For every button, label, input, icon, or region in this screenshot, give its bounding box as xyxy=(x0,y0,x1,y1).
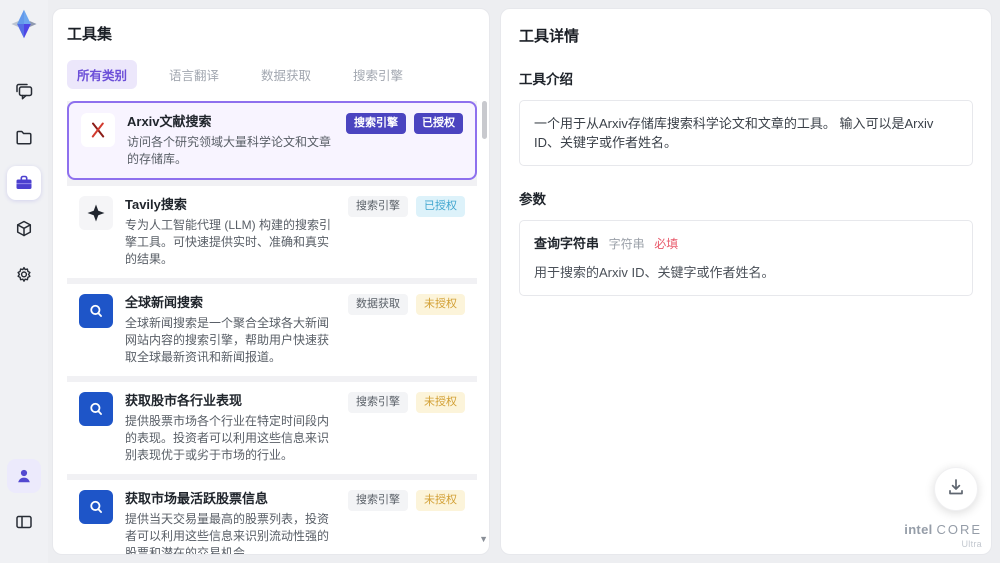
briefcase-icon xyxy=(14,173,34,193)
parameter-name: 查询字符串 xyxy=(534,236,600,251)
parameter-box: 查询字符串 字符串 必填 用于搜索的Arxiv ID、关键字或作者姓名。 xyxy=(519,220,973,296)
gear-icon xyxy=(14,265,34,285)
tool-intro-box: 一个用于从Arxiv存储库搜索科学论文和文章的工具。 输入可以是Arxiv ID… xyxy=(519,100,973,166)
list-scrollbar-thumb[interactable] xyxy=(482,101,487,139)
tool-description: 专为人工智能代理 (LLM) 构建的搜索引擎工具。可快速提供实时、准确和真实的结… xyxy=(125,218,332,266)
tool-name: Arxiv文献搜索 xyxy=(127,114,212,129)
tool-description: 提供股票市场各个行业在特定时间段内的表现。投资者可以利用这些信息来识别表现优于或… xyxy=(125,414,330,462)
tab-language-translation[interactable]: 语言翻译 xyxy=(159,60,229,89)
category-badge: 数据获取 xyxy=(348,294,408,315)
auth-badge: 未授权 xyxy=(416,490,465,511)
tool-name: 全球新闻搜索 xyxy=(125,295,204,310)
auth-badge: 未授权 xyxy=(416,294,465,315)
category-badge: 搜索引擎 xyxy=(346,113,406,134)
app-sidebar xyxy=(0,0,48,563)
parameter-header: 查询字符串 字符串 必填 xyxy=(534,234,958,254)
tool-name: 获取股市各行业表现 xyxy=(125,393,243,408)
sidebar-item-files[interactable] xyxy=(7,120,41,154)
tab-all-categories[interactable]: 所有类别 xyxy=(67,60,138,89)
parameter-description: 用于搜索的Arxiv ID、关键字或作者姓名。 xyxy=(534,265,775,280)
scroll-down-icon[interactable]: ▼ xyxy=(479,535,488,544)
news-search-icon xyxy=(79,294,113,328)
chat-icon xyxy=(14,81,34,101)
auth-badge: 已授权 xyxy=(416,196,465,217)
tab-data-fetch[interactable]: 数据获取 xyxy=(251,60,321,89)
auth-badge: 未授权 xyxy=(416,392,465,413)
intro-heading: 工具介绍 xyxy=(519,72,573,87)
sidebar-item-collapse[interactable] xyxy=(7,505,41,539)
sidebar-item-account[interactable] xyxy=(7,459,41,493)
tab-search-engine[interactable]: 搜索引擎 xyxy=(343,60,413,89)
sidebar-item-tools[interactable] xyxy=(7,166,41,200)
tool-name: Tavily搜索 xyxy=(125,197,187,212)
intel-core-logo: intel CORE Ultra xyxy=(904,523,982,551)
tool-card-active-stocks[interactable]: 获取市场最活跃股票信息 提供当天交易量最高的股票列表，投资者可以利用这些信息来识… xyxy=(67,480,477,555)
tool-description: 访问各个研究领域大量科学论文和文章的存储库。 xyxy=(127,135,332,166)
tool-description: 提供当天交易量最高的股票列表，投资者可以利用这些信息来识别流动性强的股票和潜在的… xyxy=(125,512,330,555)
news-search-icon xyxy=(79,490,113,524)
parameter-type: 字符串 xyxy=(608,237,645,251)
logo-gem-icon xyxy=(8,8,40,40)
sparkle-icon xyxy=(79,196,113,230)
sidebar-item-models[interactable] xyxy=(7,212,41,246)
tool-card-arxiv[interactable]: Arxiv文献搜索 访问各个研究领域大量科学论文和文章的存储库。 搜索引擎 已授… xyxy=(67,101,477,180)
tool-description: 全球新闻搜索是一个聚合全球各大新闻网站内容的搜索引擎，帮助用户快速获取全球最新资… xyxy=(125,316,330,364)
page-title: 工具集 xyxy=(67,26,113,43)
tool-detail-panel: 工具详情 工具介绍 一个用于从Arxiv存储库搜索科学论文和文章的工具。 输入可… xyxy=(500,8,992,555)
tool-intro-text: 一个用于从Arxiv存储库搜索科学论文和文章的工具。 输入可以是Arxiv ID… xyxy=(534,116,934,150)
tool-list-panel: 工具集 所有类别 语言翻译 数据获取 搜索引擎 Arxiv文献搜索 访问各个研究… xyxy=(52,8,490,555)
category-badge: 搜索引擎 xyxy=(348,490,408,511)
cube-icon xyxy=(14,219,34,239)
panel-toggle-icon xyxy=(14,512,34,532)
tool-list: Arxiv文献搜索 访问各个研究领域大量科学论文和文章的存储库。 搜索引擎 已授… xyxy=(67,101,477,555)
auth-badge: 已授权 xyxy=(414,113,463,134)
intel-wordmark: intel xyxy=(904,522,933,537)
tool-card-tavily[interactable]: Tavily搜索 专为人工智能代理 (LLM) 构建的搜索引擎工具。可快速提供实… xyxy=(67,186,477,278)
category-badge: 搜索引擎 xyxy=(348,196,408,217)
sidebar-item-chat[interactable] xyxy=(7,74,41,108)
ultra-wordmark: Ultra xyxy=(961,539,982,549)
params-heading: 参数 xyxy=(519,192,546,207)
news-search-icon xyxy=(79,392,113,426)
user-icon xyxy=(14,466,34,486)
category-badge: 搜索引擎 xyxy=(348,392,408,413)
download-icon xyxy=(946,477,966,502)
tool-name: 获取市场最活跃股票信息 xyxy=(125,491,269,506)
category-tabs: 所有类别 语言翻译 数据获取 搜索引擎 xyxy=(67,60,477,89)
arxiv-logo-icon xyxy=(81,113,115,147)
tool-card-sector-performance[interactable]: 获取股市各行业表现 提供股票市场各个行业在特定时间段内的表现。投资者可以利用这些… xyxy=(67,382,477,474)
parameter-required-badge: 必填 xyxy=(654,237,679,251)
tool-card-global-news[interactable]: 全球新闻搜索 全球新闻搜索是一个聚合全球各大新闻网站内容的搜索引擎，帮助用户快速… xyxy=(67,284,477,376)
folder-icon xyxy=(14,127,34,147)
core-wordmark: CORE xyxy=(936,522,982,537)
download-button[interactable] xyxy=(934,467,978,511)
detail-panel-title: 工具详情 xyxy=(519,28,580,45)
sidebar-item-settings[interactable] xyxy=(7,258,41,292)
